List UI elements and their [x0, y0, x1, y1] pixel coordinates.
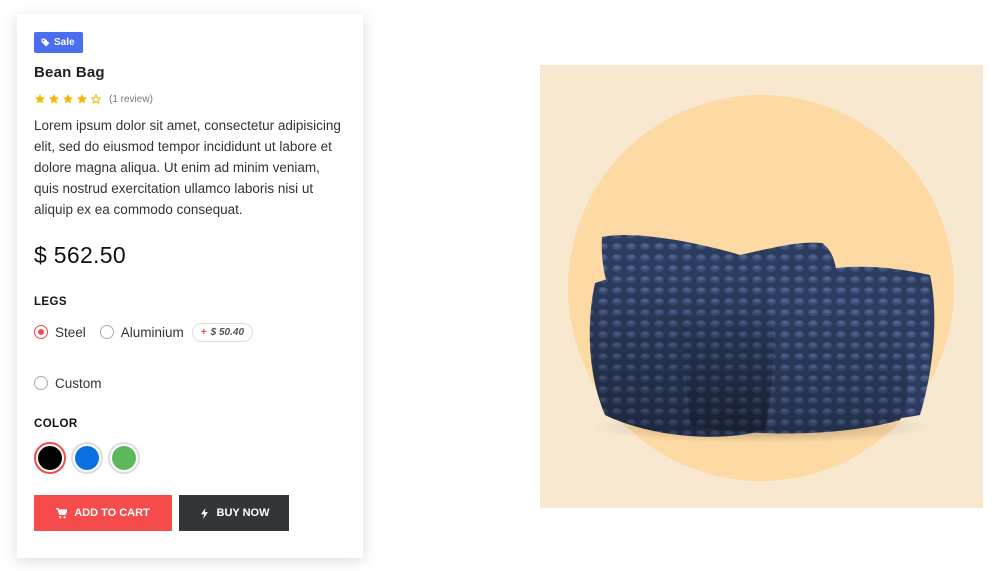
plus-icon: + [200, 327, 207, 338]
color-swatch-green[interactable] [108, 442, 140, 474]
sale-badge: Sale [34, 32, 83, 53]
legs-options: Steel Aluminium + $ 50.40 Custom [34, 323, 334, 392]
price-addon-value: $ 50.40 [210, 327, 245, 338]
product-price: $ 562.50 [34, 242, 126, 268]
tag-icon [41, 38, 50, 47]
cart-icon [56, 507, 68, 518]
product-title: Bean Bag [34, 64, 105, 81]
sale-badge-label: Sale [54, 37, 75, 48]
color-swatch-blue[interactable] [71, 442, 103, 474]
product-card: Sale Bean Bag (1 review) Lorem ipsum dol… [17, 14, 363, 558]
legs-option-label: Steel [55, 324, 86, 340]
product-description: Lorem ipsum dolor sit amet, consectetur … [34, 118, 341, 217]
star-filled-icon [35, 94, 45, 104]
legs-option-label: Custom [55, 375, 102, 391]
buy-now-button[interactable]: BUY NOW [179, 495, 289, 531]
color-label: COLOR [34, 418, 78, 430]
product-image [540, 65, 983, 508]
buy-now-label: BUY NOW [216, 507, 270, 519]
add-to-cart-button[interactable]: ADD TO CART [34, 495, 172, 531]
action-buttons: ADD TO CART BUY NOW [34, 495, 346, 531]
star-filled-icon [63, 94, 73, 104]
radio-button[interactable] [99, 325, 114, 339]
legs-option-custom[interactable]: Custom [34, 374, 102, 392]
review-count[interactable]: (1 review) [109, 94, 153, 105]
star-empty-icon [90, 93, 102, 105]
color-swatch-black[interactable] [34, 442, 66, 474]
radio-button[interactable] [34, 376, 48, 390]
legs-option-aluminium[interactable]: Aluminium [99, 323, 184, 341]
star-filled-icon [77, 94, 87, 104]
bolt-icon [200, 507, 208, 519]
radio-button[interactable] [34, 325, 48, 339]
add-to-cart-label: ADD TO CART [74, 507, 150, 519]
star-rating [34, 93, 102, 105]
rating-row: (1 review) [34, 93, 346, 105]
bean-bag-illustration [589, 235, 935, 443]
legs-option-steel[interactable]: Steel [34, 323, 86, 341]
legs-option-label: Aluminium [120, 324, 184, 340]
product-page: Sale Bean Bag (1 review) Lorem ipsum dol… [0, 0, 1000, 571]
star-filled-icon [49, 94, 59, 104]
price-addon-badge: + $ 50.40 [191, 323, 254, 342]
legs-label: LEGS [34, 296, 67, 308]
color-swatches [34, 442, 346, 474]
